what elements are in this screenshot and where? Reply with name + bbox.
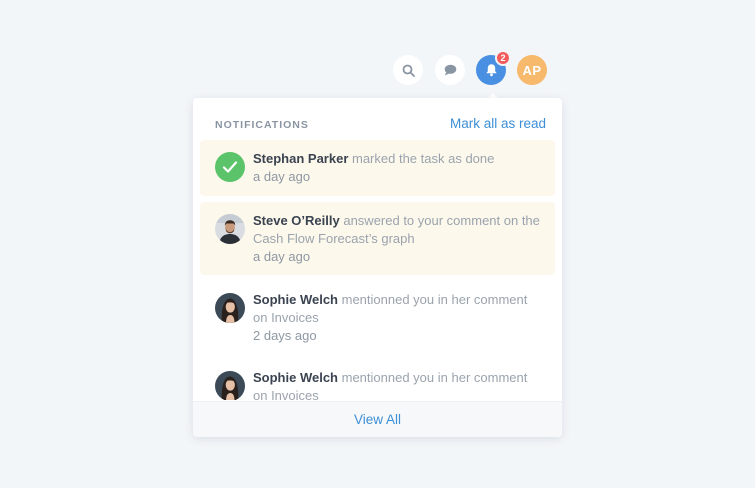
notification-time: 2 days ago [253, 328, 317, 343]
notification-author: Steve O’Reilly [253, 213, 340, 228]
panel-header: NOTIFICATIONS Mark all as read [193, 98, 562, 140]
chat-bubble-icon [444, 64, 456, 76]
notification-message: marked the task as done [352, 151, 495, 166]
notification-count-badge: 2 [495, 50, 511, 66]
notification-time: a day ago [253, 249, 311, 264]
avatar [215, 293, 245, 323]
chat-button[interactable] [435, 55, 465, 85]
panel-title: NOTIFICATIONS [215, 119, 309, 131]
notification-time: a day ago [253, 169, 311, 184]
mark-all-read-link[interactable]: Mark all as read [450, 116, 546, 131]
panel-footer: View All [193, 401, 562, 437]
user-photo-icon [215, 214, 245, 244]
notification-item[interactable]: Sophie Welch mentionned you in her comme… [200, 359, 555, 400]
avatar [215, 371, 245, 400]
user-photo-icon [215, 293, 245, 323]
notification-item[interactable]: Steve O’Reilly answered to your comment … [200, 202, 555, 275]
search-button[interactable] [393, 55, 423, 85]
user-avatar[interactable]: AP [517, 55, 547, 85]
avatar [215, 214, 245, 244]
search-icon [402, 64, 415, 77]
notification-author: Sophie Welch [253, 370, 338, 385]
top-bar: 2 AP [392, 50, 550, 100]
check-avatar [215, 152, 245, 182]
user-photo-icon [215, 371, 245, 400]
notification-author: Sophie Welch [253, 292, 338, 307]
notifications-panel: NOTIFICATIONS Mark all as read Stephan P… [193, 98, 562, 437]
view-all-link[interactable]: View All [354, 412, 401, 427]
notification-item[interactable]: Sophie Welch mentionned you in her comme… [200, 281, 555, 355]
bell-icon [485, 64, 497, 77]
check-icon [222, 161, 238, 173]
notification-list: Stephan Parker marked the task as done a… [193, 140, 562, 400]
notification-item[interactable]: Stephan Parker marked the task as done a… [200, 140, 555, 196]
notification-author: Stephan Parker [253, 151, 349, 166]
